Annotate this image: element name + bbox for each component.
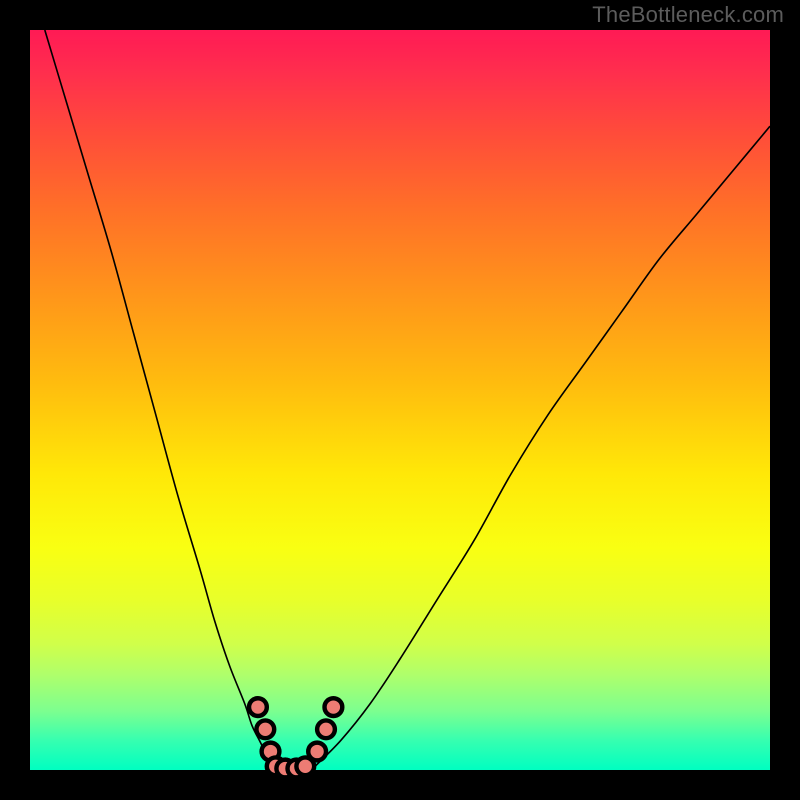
data-marker — [325, 698, 343, 716]
watermark-text: TheBottleneck.com — [592, 2, 784, 28]
curve-left-branch — [45, 30, 274, 770]
curve-right-branch — [311, 126, 770, 770]
data-marker — [256, 720, 274, 738]
chart-frame: TheBottleneck.com — [0, 0, 800, 800]
marker-group — [249, 698, 342, 777]
data-marker — [249, 698, 267, 716]
data-marker — [308, 743, 326, 761]
data-marker — [317, 720, 335, 738]
curve-layer — [30, 30, 770, 770]
